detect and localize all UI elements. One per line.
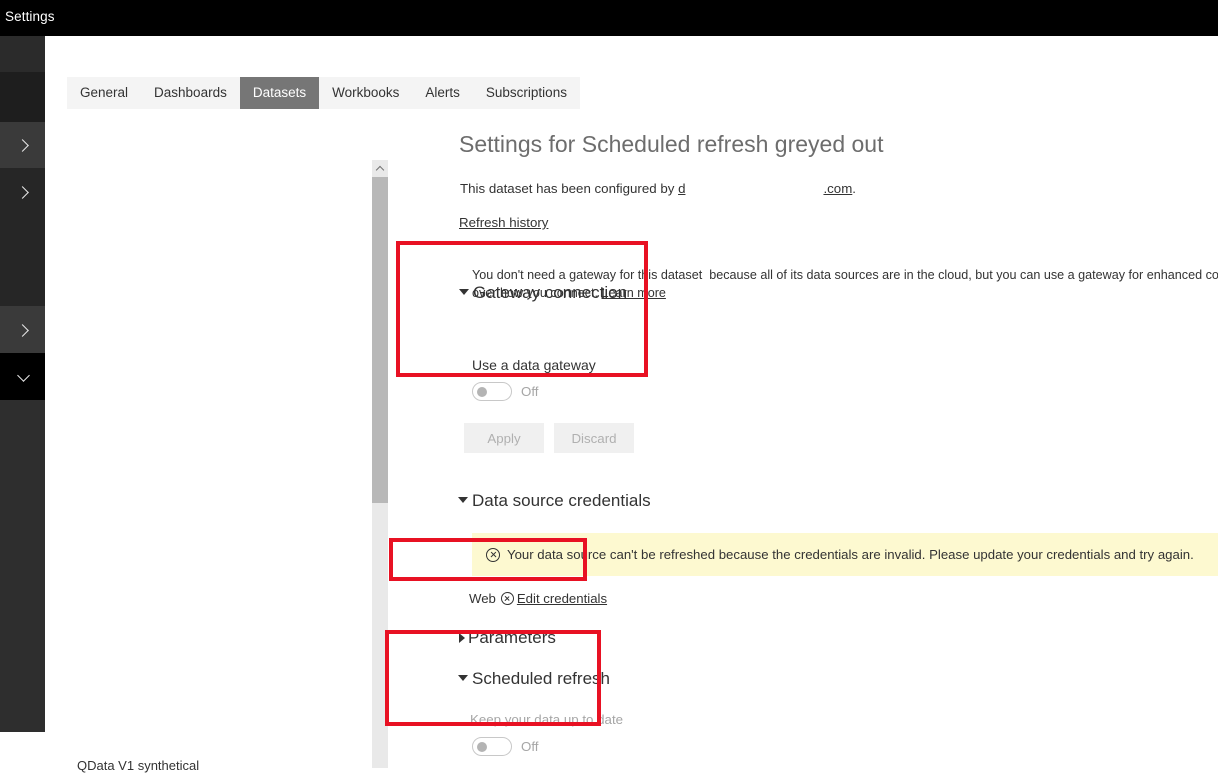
use-data-gateway-toggle-state: Off: [521, 384, 539, 399]
scrollbar-thumb[interactable]: [372, 177, 388, 503]
rail-item-expand-3[interactable]: [0, 306, 45, 353]
data-source-credentials-heading-label: Data source credentials: [472, 491, 651, 510]
parameters-heading-label: Parameters: [468, 628, 556, 647]
window-title-bar: Settings: [0, 0, 1218, 36]
rail-item-collapse-selected[interactable]: [0, 353, 45, 400]
data-source-credentials-heading[interactable]: Data source credentials: [458, 489, 651, 513]
error-circle-x-icon: [486, 547, 500, 562]
refresh-history-link[interactable]: Refresh history: [459, 214, 548, 232]
apply-button[interactable]: Apply: [464, 423, 544, 453]
page-title: Settings for Scheduled refresh greyed ou…: [459, 131, 884, 157]
left-navigation-rail: [0, 36, 45, 732]
vertical-scrollbar[interactable]: [372, 160, 388, 768]
collapse-triangle-icon: [458, 497, 468, 503]
use-data-gateway-toggle[interactable]: [472, 382, 512, 401]
rail-item-expand-2[interactable]: [0, 168, 45, 215]
credentials-warning-text: Your data source can't be refreshed beca…: [507, 546, 1194, 562]
expand-triangle-icon: [459, 633, 465, 643]
error-circle-x-icon: [500, 592, 514, 605]
collapse-triangle-icon: [458, 675, 468, 681]
credentials-warning-banner: Your data source can't be refreshed beca…: [472, 533, 1218, 576]
chevron-right-icon: [16, 138, 30, 152]
use-data-gateway-toggle-row: Off: [472, 382, 539, 401]
web-source-label: Web: [469, 591, 496, 606]
configured-by-text: This dataset has been configured by d .co…: [460, 180, 856, 198]
keep-data-up-to-date-toggle[interactable]: [472, 737, 512, 756]
gateway-action-buttons: Apply Discard: [464, 423, 634, 453]
configured-by-user[interactable]: d: [678, 181, 685, 196]
scheduled-refresh-heading-label: Scheduled refresh: [472, 669, 610, 688]
keep-data-up-to-date-toggle-state: Off: [521, 739, 539, 754]
configured-by-suffix: .: [852, 181, 856, 196]
toggle-knob: [476, 742, 487, 752]
collapse-triangle-icon: [459, 289, 469, 295]
scroll-up-arrow-icon[interactable]: [372, 160, 388, 177]
chevron-down-icon: [16, 370, 30, 384]
rail-segment-4: [0, 400, 45, 732]
rail-segment-2: [0, 72, 45, 122]
scheduled-refresh-heading[interactable]: Scheduled refresh: [458, 667, 610, 691]
web-credentials-row: Web Edit credentials: [469, 591, 607, 606]
gateway-description-part1: You don't need a gateway for this datase…: [472, 268, 703, 282]
configured-by-domain[interactable]: .com: [823, 181, 852, 196]
window-title: Settings: [5, 9, 55, 24]
tab-general[interactable]: General: [67, 77, 142, 109]
clipped-footer-text: QData V1 synthetical: [77, 758, 200, 773]
rail-segment-1: [0, 36, 45, 72]
rail-item-expand-1[interactable]: [0, 122, 45, 168]
keep-data-up-to-date-toggle-row: Off: [472, 737, 539, 756]
discard-button[interactable]: Discard: [554, 423, 634, 453]
edit-credentials-link[interactable]: Edit credentials: [517, 591, 607, 606]
chevron-right-icon: [16, 323, 30, 337]
use-data-gateway-label: Use a data gateway: [472, 357, 596, 373]
toggle-knob: [476, 387, 487, 397]
keep-data-up-to-date-label: Keep your data up to date: [470, 712, 624, 727]
tab-dashboards[interactable]: Dashboards: [141, 77, 240, 109]
settings-panel: Settings for Scheduled refresh greyed ou…: [388, 36, 1218, 756]
tab-datasets[interactable]: Datasets: [239, 77, 320, 109]
gateway-description: You don't need a gateway for this datase…: [472, 266, 1218, 302]
rail-segment-3: [0, 215, 45, 306]
learn-more-link[interactable]: Learn more: [602, 286, 666, 300]
redacted-email-region: [685, 182, 823, 195]
parameters-heading[interactable]: Parameters: [459, 626, 556, 650]
chevron-right-icon: [16, 185, 30, 199]
configured-by-prefix: This dataset has been configured by: [460, 181, 679, 196]
content-area: General Dashboards Datasets Workbooks Alerts…: [45, 36, 1218, 773]
